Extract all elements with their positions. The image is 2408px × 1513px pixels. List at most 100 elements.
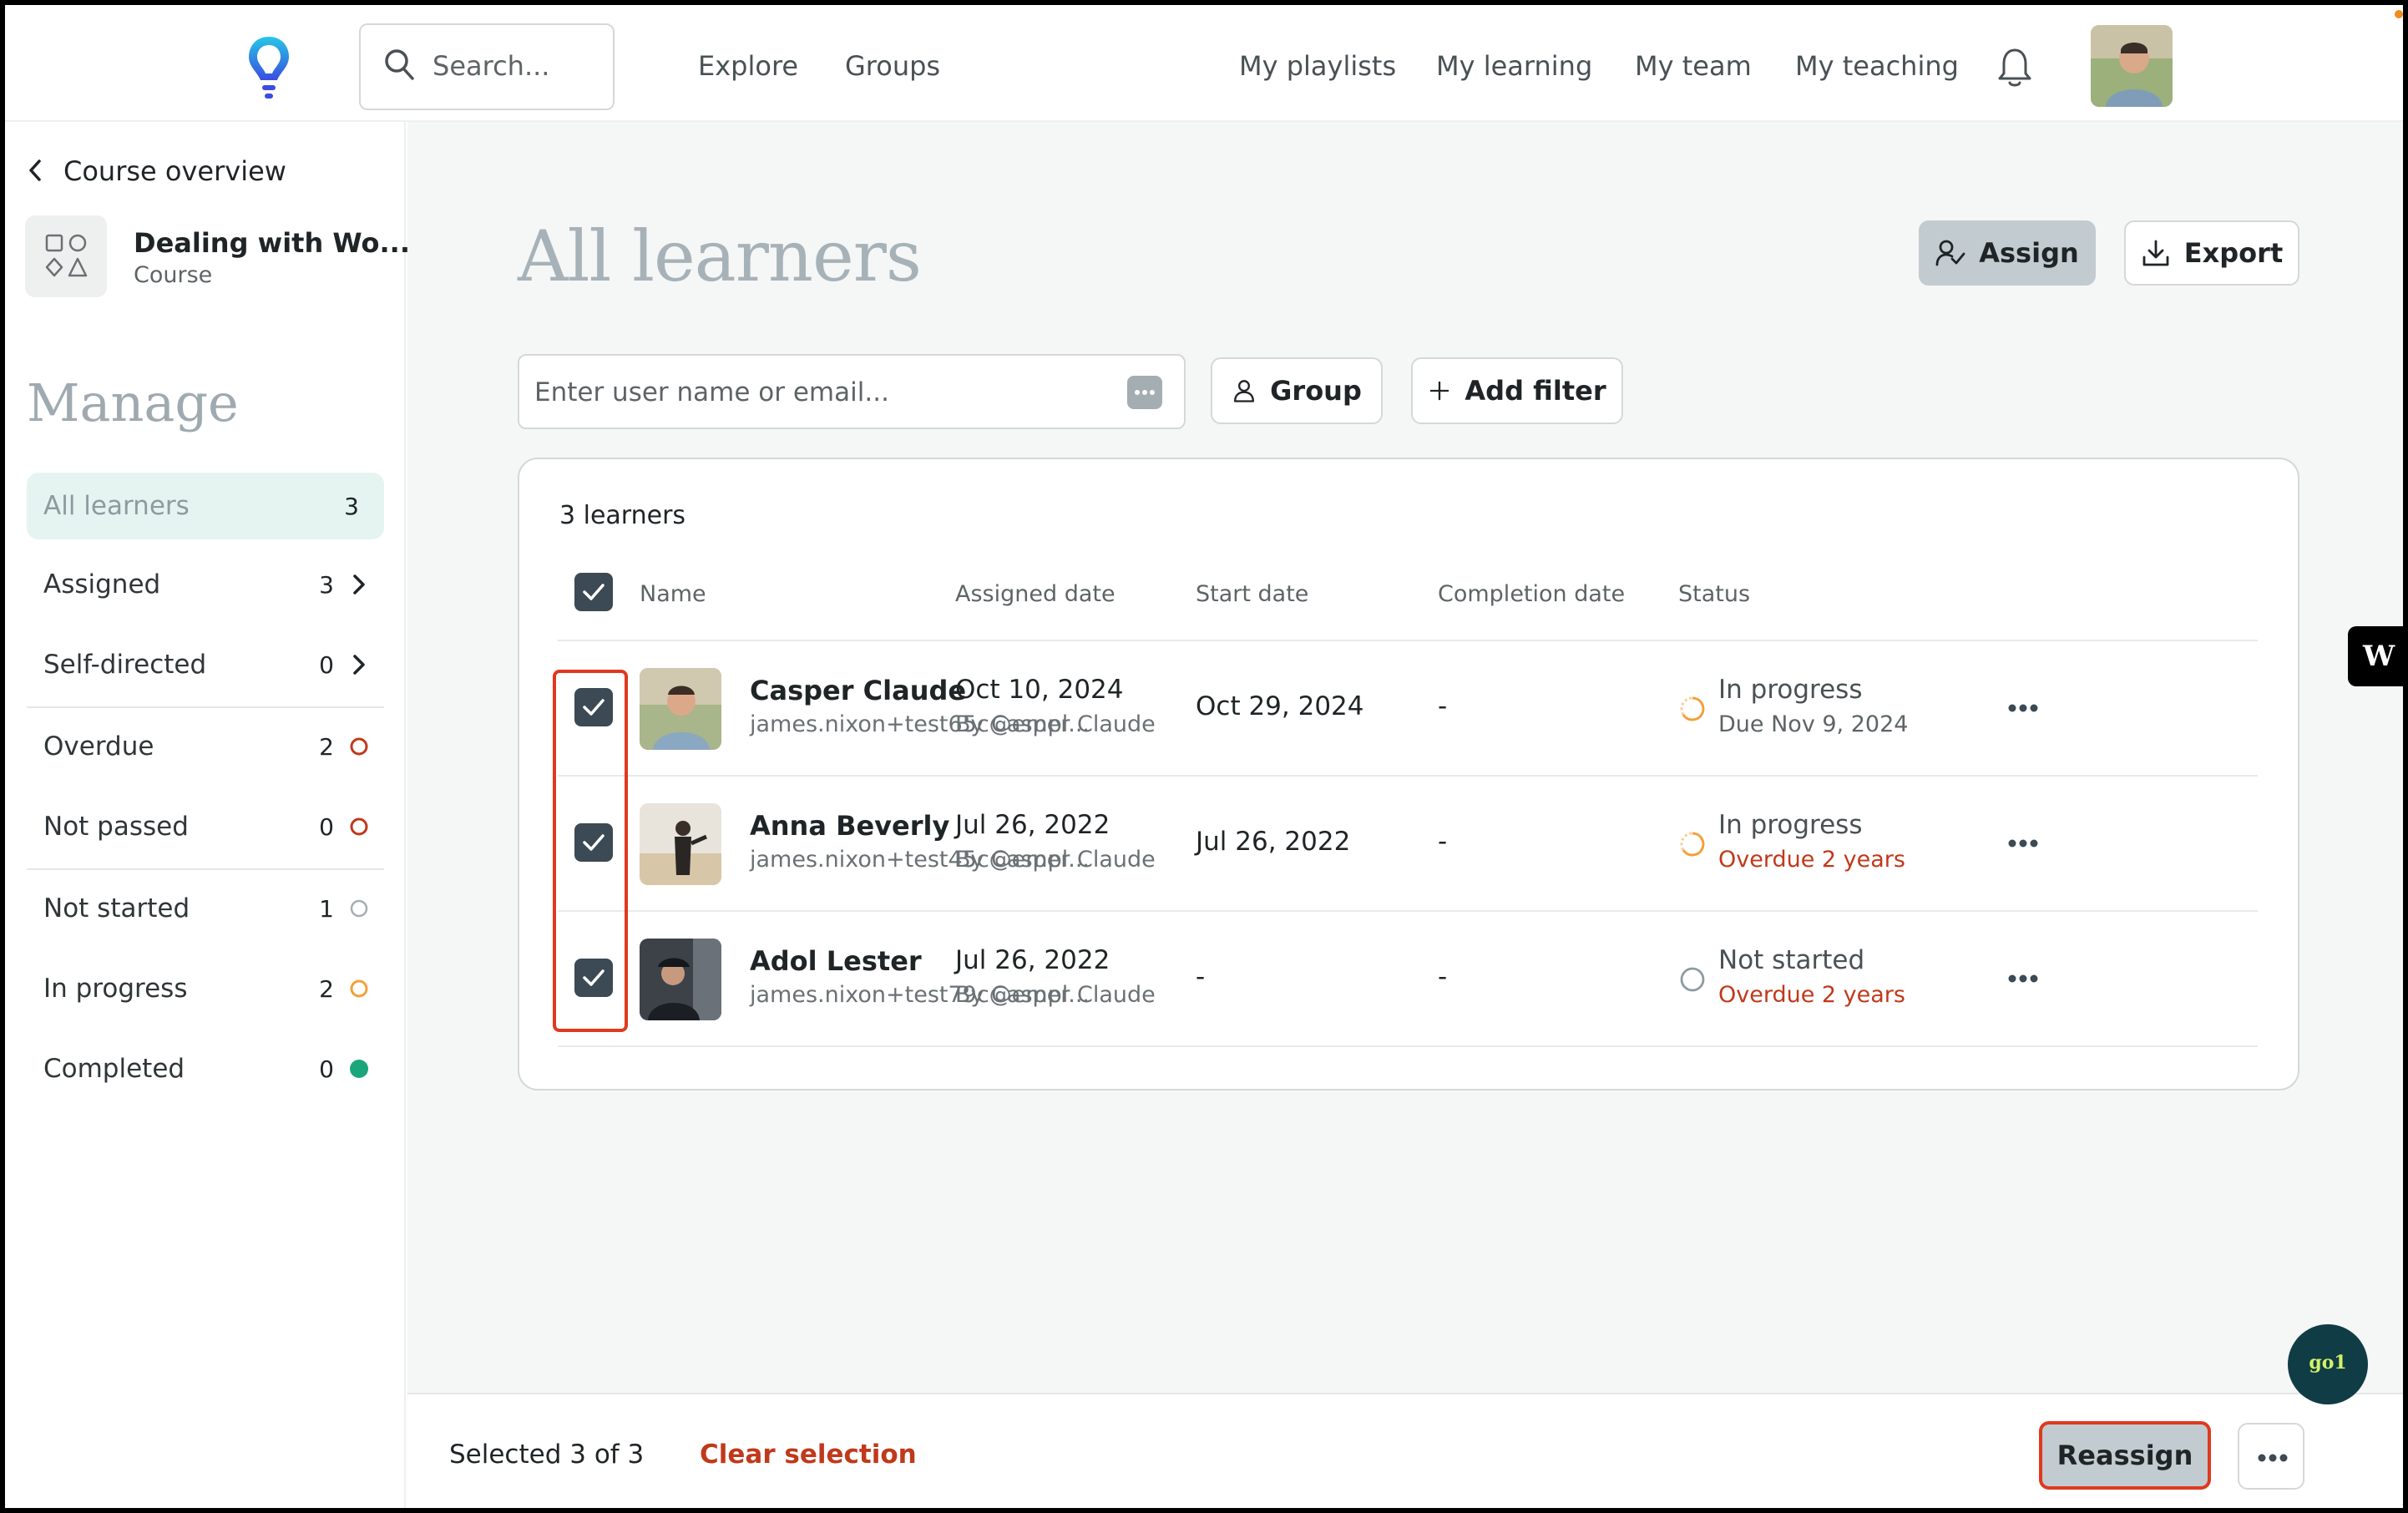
sidebar-item-assigned[interactable]: Assigned 3 [27, 551, 384, 618]
nav-my-teaching[interactable]: My teaching [1795, 50, 1959, 82]
learners-table: 3 learners Name Assigned date Start date… [518, 458, 2299, 1090]
assigned-date: Oct 10, 2024 [955, 675, 1124, 705]
user-avatar-photo [2091, 25, 2173, 107]
search-placeholder: Search... [433, 50, 550, 82]
autofill-keyboard-icon[interactable] [1127, 376, 1162, 409]
sidebar-item-count: 0 [319, 651, 334, 679]
more-options-icon[interactable] [2006, 693, 2041, 723]
sidebar-item-not-passed[interactable]: Not passed 0 [27, 793, 384, 860]
lightbulb-logo-icon[interactable] [242, 32, 296, 102]
column-header-completion-date[interactable]: Completion date [1438, 581, 1625, 607]
status-dot [2395, 10, 2403, 18]
more-options-icon[interactable] [2006, 828, 2041, 858]
column-header-start-date[interactable]: Start date [1196, 581, 1308, 607]
start-date: Jul 26, 2022 [1196, 827, 1351, 857]
sidebar-item-count: 3 [344, 493, 359, 520]
nav-my-learning[interactable]: My learning [1436, 50, 1592, 82]
sidebar-item-label: Overdue [43, 731, 154, 762]
table-row[interactable]: Adol Lester james.nixon+test79c@empl... … [519, 912, 2301, 1047]
learner-avatar [640, 939, 721, 1020]
more-actions-button[interactable] [2238, 1423, 2304, 1490]
course-overview-label: Course overview [63, 155, 286, 187]
sidebar-item-self-directed[interactable]: Self-directed 0 [27, 631, 384, 698]
group-button[interactable]: Group [1211, 357, 1383, 424]
learner-avatar [640, 803, 721, 885]
go1-chat-button[interactable]: go1 [2288, 1324, 2368, 1404]
filter-placeholder: Enter user name or email... [534, 377, 889, 407]
more-options-icon [2258, 1454, 2288, 1462]
completion-date: - [1438, 962, 1448, 992]
sidebar-item-label: In progress [43, 974, 188, 1004]
sidebar-item-in-progress[interactable]: In progress 2 [27, 955, 384, 1022]
main-content: All learners Assign Export Enter user na… [407, 122, 2403, 1393]
course-card[interactable]: Dealing with Wo... Course [25, 215, 410, 299]
course-type: Course [134, 262, 213, 288]
more-options-icon[interactable] [2006, 964, 2041, 994]
sidebar-item-count: 1 [319, 895, 334, 923]
sidebar-item-label: Completed [43, 1054, 185, 1084]
row-divider [558, 1045, 2258, 1047]
group-label: Group [1270, 375, 1362, 407]
user-filter-input[interactable]: Enter user name or email... [518, 354, 1186, 429]
not-started-icon [1680, 967, 1705, 992]
clear-selection-button[interactable]: Clear selection [700, 1440, 917, 1470]
checkmark-icon [583, 584, 605, 600]
status-label: Not started [1718, 945, 1865, 975]
chevron-right-icon [353, 655, 365, 675]
column-header-assigned-date[interactable]: Assigned date [955, 581, 1115, 607]
learner-name[interactable]: Casper Claude [750, 675, 966, 706]
sidebar-item-count: 0 [319, 813, 334, 841]
start-date: - [1196, 962, 1206, 992]
download-icon [2142, 240, 2169, 266]
sidebar-item-completed[interactable]: Completed 0 [27, 1035, 384, 1102]
chevron-left-icon [29, 159, 41, 181]
sidebar-item-overdue[interactable]: Overdue 2 [27, 713, 384, 780]
nav-my-team[interactable]: My team [1635, 50, 1752, 82]
plus-icon [1430, 381, 1449, 401]
in-progress-icon [1680, 832, 1705, 857]
sidebar-item-count: 3 [319, 571, 334, 599]
sidebar-item-count: 2 [319, 733, 334, 761]
table-row[interactable]: Casper Claude james.nixon+test65c@empl..… [519, 641, 2301, 777]
search-input[interactable]: Search... [359, 23, 615, 110]
sidebar-item-label: Not started [43, 893, 190, 923]
reassign-button[interactable]: Reassign [2039, 1421, 2211, 1490]
sidebar-divider [27, 706, 384, 708]
add-filter-button[interactable]: Add filter [1411, 357, 1623, 424]
nav-groups[interactable]: Groups [845, 50, 940, 82]
user-icon [1234, 380, 1255, 402]
top-navigation: Search... Explore Groups My playlists My… [5, 5, 2403, 122]
status-overdue: Overdue 2 years [1718, 847, 1905, 873]
sidebar-item-not-started[interactable]: Not started 1 [27, 875, 384, 942]
orange-ring-icon [350, 979, 368, 998]
table-row[interactable]: Anna Beverly james.nixon+test45c@empl...… [519, 777, 2301, 912]
red-ring-icon [350, 737, 368, 756]
nav-my-playlists[interactable]: My playlists [1239, 50, 1396, 82]
export-button[interactable]: Export [2124, 220, 2299, 286]
column-header-status[interactable]: Status [1678, 581, 1750, 607]
in-progress-icon [1680, 696, 1705, 721]
course-overview-back-link[interactable]: Course overview [27, 155, 286, 187]
sidebar-item-label: Not passed [43, 812, 189, 842]
notification-bell-icon[interactable] [1997, 47, 2032, 89]
learner-avatar [640, 668, 721, 750]
course-title: Dealing with Wo... [134, 227, 410, 259]
nav-explore[interactable]: Explore [698, 50, 798, 82]
w-extension-badge[interactable]: W [2348, 626, 2403, 686]
sidebar-item-all-learners[interactable]: All learners 3 [27, 473, 384, 539]
learner-name[interactable]: Adol Lester [750, 945, 922, 977]
sidebar-item-label: Assigned [43, 569, 161, 600]
avatar-photo [640, 939, 721, 1020]
learner-name[interactable]: Anna Beverly [750, 810, 949, 842]
avatar-photo [640, 668, 721, 750]
user-avatar[interactable] [2091, 25, 2173, 107]
sidebar-item-count: 2 [319, 975, 334, 1003]
column-header-name[interactable]: Name [640, 581, 706, 607]
status-label: In progress [1718, 675, 1863, 705]
select-all-checkbox[interactable] [574, 573, 613, 611]
assign-button[interactable]: Assign [1919, 220, 2096, 286]
dots-glyph [1135, 390, 1155, 395]
red-ring-icon [350, 817, 368, 836]
start-date: Oct 29, 2024 [1196, 691, 1364, 721]
status-overdue: Overdue 2 years [1718, 982, 1905, 1008]
